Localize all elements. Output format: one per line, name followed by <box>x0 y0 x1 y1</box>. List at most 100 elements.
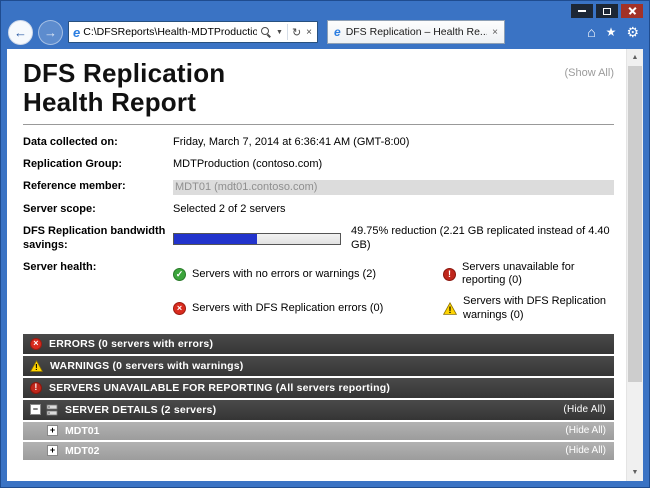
field-label: Replication Group: <box>23 158 173 172</box>
server-row-mdt02[interactable]: + MDT02 (Hide All) <box>23 442 614 460</box>
field-label: DFS Replication bandwidth savings: <box>23 225 173 253</box>
page-title-line1: DFS Replication <box>23 59 225 88</box>
field-row-server-health: Server health: ✓ Servers with no errors … <box>23 261 614 323</box>
health-label: Servers unavailable for reporting (0) <box>462 261 614 289</box>
plus-glyph: + <box>50 446 55 455</box>
unavailable-icon: ! <box>30 382 42 394</box>
field-value: MDT01 (mdt01.contoso.com) <box>173 180 614 196</box>
forward-arrow-icon: → <box>44 25 57 40</box>
page-title-line2: Health Report <box>23 88 225 117</box>
toolbar-icons: ⌂ ★ ⚙ <box>587 25 641 39</box>
field-label: Server scope: <box>23 203 173 217</box>
minimize-icon <box>578 10 586 12</box>
tab-close-icon[interactable]: × <box>492 27 498 38</box>
browser-tab[interactable]: e DFS Replication – Health Re... × <box>327 20 505 44</box>
field-row-server-scope: Server scope: Selected 2 of 2 servers <box>23 203 614 217</box>
expand-box[interactable]: + <box>47 445 58 456</box>
field-label: Reference member: <box>23 180 173 194</box>
section-unavailable[interactable]: ! SERVERS UNAVAILABLE FOR REPORTING (All… <box>23 378 614 398</box>
bandwidth-value: 49.75% reduction (2.21 GB replicated ins… <box>173 225 614 253</box>
scroll-down-button[interactable]: ▼ <box>627 464 643 481</box>
health-item-unavailable: ! Servers unavailable for reporting (0) <box>443 261 614 289</box>
show-all-link[interactable]: (Show All) <box>564 67 614 79</box>
minimize-button[interactable] <box>571 4 593 18</box>
health-item-ok: ✓ Servers with no errors or warnings (2) <box>173 261 425 289</box>
forward-button[interactable]: → <box>38 20 63 45</box>
server-health-grid: ✓ Servers with no errors or warnings (2)… <box>173 261 614 323</box>
address-separator <box>287 24 288 40</box>
tab-title: DFS Replication – Health Re... <box>346 26 487 38</box>
favorites-star-icon[interactable]: ★ <box>606 26 617 38</box>
health-label: Servers with no errors or warnings (2) <box>192 268 376 282</box>
plus-glyph: + <box>50 426 55 435</box>
svg-text:!: ! <box>449 305 452 315</box>
refresh-icon[interactable]: ↻ <box>291 26 302 39</box>
section-label: SERVER DETAILS (2 servers) <box>65 404 216 416</box>
check-glyph: ✓ <box>176 270 184 279</box>
health-item-errors: × Servers with DFS Replication errors (0… <box>173 295 425 323</box>
minus-glyph: − <box>33 405 38 414</box>
address-text[interactable]: C:\DFSReports\Health-MDTProduction-07M <box>83 26 257 38</box>
back-arrow-icon: ← <box>14 25 27 40</box>
server-name: MDT02 <box>65 445 99 457</box>
address-dropdown-icon[interactable]: ▼ <box>275 29 284 36</box>
section-label: WARNINGS (0 servers with warnings) <box>50 360 244 372</box>
unavailable-icon: ! <box>443 268 456 281</box>
search-icon[interactable] <box>260 26 272 38</box>
divider <box>23 124 614 125</box>
field-label: Data collected on: <box>23 136 173 150</box>
page-content: DFS Replication Health Report (Show All)… <box>7 49 643 481</box>
scrollbar-thumb[interactable] <box>628 66 642 382</box>
report-sections: × ERRORS (0 servers with errors) ! WARNI… <box>23 334 614 460</box>
maximize-icon <box>603 8 611 15</box>
ie-page-icon: e <box>73 25 80 40</box>
back-button[interactable]: ← <box>8 20 33 45</box>
exclaim-glyph: ! <box>34 383 37 392</box>
collapse-box[interactable]: − <box>30 404 41 415</box>
svg-text:!: ! <box>35 362 38 372</box>
hide-all-link[interactable]: (Hide All) <box>565 425 606 436</box>
field-value: Friday, March 7, 2014 at 6:36:41 AM (GMT… <box>173 136 409 150</box>
hide-all-link[interactable]: (Hide All) <box>565 445 606 456</box>
warning-triangle-icon: ! <box>443 302 457 315</box>
section-label: SERVERS UNAVAILABLE FOR REPORTING (All s… <box>49 382 390 394</box>
cross-glyph: × <box>177 304 182 313</box>
scrollbar[interactable]: ▲ ▼ <box>626 49 643 481</box>
stop-icon[interactable]: × <box>305 27 313 38</box>
page-title: DFS Replication Health Report <box>23 59 225 117</box>
server-icon <box>46 404 58 416</box>
home-icon[interactable]: ⌂ <box>587 25 595 39</box>
settings-gear-icon[interactable]: ⚙ <box>626 25 639 39</box>
title-bar <box>1 1 649 19</box>
address-bar[interactable]: e C:\DFSReports\Health-MDTProduction-07M… <box>68 21 318 43</box>
field-row-bandwidth: DFS Replication bandwidth savings: 49.75… <box>23 225 614 253</box>
field-row-data-collected: Data collected on: Friday, March 7, 2014… <box>23 136 614 150</box>
scroll-up-button[interactable]: ▲ <box>627 49 643 66</box>
field-row-reference-member: Reference member: MDT01 (mdt01.contoso.c… <box>23 180 614 196</box>
section-errors[interactable]: × ERRORS (0 servers with errors) <box>23 334 614 354</box>
error-icon: × <box>30 338 42 350</box>
section-server-details[interactable]: − SERVER DETAILS (2 servers) (Hide All) <box>23 400 614 420</box>
navigation-bar: ← → e C:\DFSReports\Health-MDTProduction… <box>1 19 649 49</box>
field-value: MDTProduction (contoso.com) <box>173 158 322 172</box>
ok-check-icon: ✓ <box>173 268 186 281</box>
section-label: ERRORS (0 servers with errors) <box>49 338 213 350</box>
error-icon: × <box>173 302 186 315</box>
exclaim-glyph: ! <box>448 270 451 279</box>
close-button[interactable] <box>621 4 643 18</box>
health-label: Servers with DFS Replication warnings (0… <box>463 295 614 323</box>
cross-glyph: × <box>33 339 38 348</box>
expand-box[interactable]: + <box>47 425 58 436</box>
browser-window: ← → e C:\DFSReports\Health-MDTProduction… <box>0 0 650 488</box>
maximize-button[interactable] <box>596 4 618 18</box>
health-label: Servers with DFS Replication errors (0) <box>192 302 383 316</box>
report-header: DFS Replication Health Report (Show All) <box>23 59 614 117</box>
bandwidth-text: 49.75% reduction (2.21 GB replicated ins… <box>351 225 614 253</box>
warning-triangle-icon: ! <box>30 360 43 372</box>
hide-all-link[interactable]: (Hide All) <box>563 404 606 415</box>
section-warnings[interactable]: ! WARNINGS (0 servers with warnings) <box>23 356 614 376</box>
bandwidth-progress-bar <box>173 233 341 245</box>
tab-favicon: e <box>334 25 341 39</box>
field-label: Server health: <box>23 261 173 275</box>
server-row-mdt01[interactable]: + MDT01 (Hide All) <box>23 422 614 440</box>
